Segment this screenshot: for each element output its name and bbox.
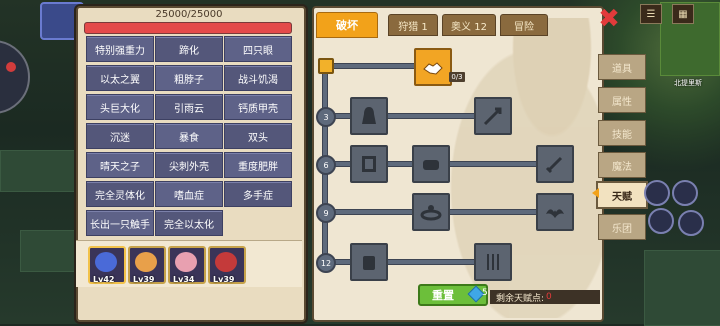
ability-button[interactable] [672,180,698,206]
side-item-band[interactable]: 乐团 [598,214,646,240]
modifier-button[interactable]: 特别强重力 [86,36,154,62]
unit-portrait[interactable]: Lv42 [88,246,126,284]
map-location: 北提里斯 [674,79,702,87]
character-silhouette [432,18,602,318]
map-tile [644,250,720,326]
claw-icon [487,254,499,270]
book-icon [362,156,376,172]
skill-progress: 0/3 [449,72,465,82]
handshake-icon [423,62,443,75]
modifier-button[interactable]: 完全以太化 [155,210,223,236]
ability-button[interactable] [648,208,674,234]
arrow-icon [483,107,502,126]
close-icon[interactable]: ✖ [596,6,622,32]
arrow-skill[interactable] [474,97,512,135]
sword-skill[interactable] [536,145,574,183]
talent-tabs: 破坏 狩猎 1 奥义 12 冒险 [314,6,600,38]
ring-skill[interactable] [412,193,450,231]
unit-portrait[interactable]: Lv34 [168,246,206,284]
book-skill[interactable] [350,145,388,183]
tab-destroy[interactable]: 破坏 [316,12,378,38]
modifier-button[interactable]: 尖刺外壳 [155,152,223,178]
ability-button[interactable] [678,210,704,236]
red-arrow-icon [6,62,16,72]
reset-label: 重置 [432,289,454,302]
modifier-button[interactable]: 双头 [224,123,292,149]
unit-portrait[interactable]: Lv39 [128,246,166,284]
unit-face [135,252,157,272]
tree-start-node [318,58,334,74]
remaining-value: 0 [546,292,552,302]
row-level-badge: 12 [316,253,336,273]
unit-face [175,252,197,272]
modifier-button[interactable]: 蹄化 [155,36,223,62]
ghost-skill[interactable] [350,97,388,135]
map-icon[interactable]: ▦ [672,4,694,24]
unit-level: Lv42 [93,275,115,284]
ability-button[interactable] [644,180,670,206]
unit-level: Lv39 [133,275,155,284]
remaining-label: 剩余天赋点: [496,293,545,304]
remaining-points: 剩余天赋点: 0 [490,290,600,304]
row-level-badge: 9 [316,203,336,223]
modifier-button[interactable]: 头巨大化 [86,94,154,120]
modifier-button[interactable]: 引雨云 [155,94,223,120]
modifier-button[interactable]: 长出一只触手 [86,210,154,236]
tab-adventure[interactable]: 冒险 [500,14,548,36]
map-tile [20,230,78,272]
side-item-attributes[interactable]: 属性 [598,87,646,113]
hp-bar [84,22,292,34]
raised-fist-icon [363,256,375,270]
side-item-items[interactable]: 道具 [598,54,646,80]
wings-skill[interactable] [536,193,574,231]
tab-secret[interactable]: 奥义 12 [442,14,496,36]
side-item-magic[interactable]: 魔法 [598,152,646,178]
modifier-button[interactable]: 四只眼 [224,36,292,62]
modifier-button[interactable]: 以太之翼 [86,65,154,91]
claw-skill[interactable] [474,243,512,281]
unit-level: Lv39 [213,275,235,284]
modifier-button[interactable]: 暴食 [155,123,223,149]
wings-icon [546,209,564,218]
unit-portrait[interactable]: Lv39 [208,246,246,284]
ring-icon [420,205,442,221]
row-level-badge: 6 [316,155,336,175]
reset-cost: 5 [482,288,488,298]
modifier-button[interactable]: 钙质甲壳 [224,94,292,120]
row-level-badge: 3 [316,107,336,127]
unit-level: Lv34 [173,275,195,284]
modifier-button[interactable]: 嗜血症 [155,181,223,207]
punch-skill[interactable] [412,145,450,183]
sword-icon [545,156,563,174]
modifier-button[interactable]: 重度肥胖 [224,152,292,178]
unit-face [95,252,117,272]
track [324,63,420,69]
hp-text: 25000/25000 [155,9,223,20]
modifier-button[interactable]: 完全灵体化 [86,181,154,207]
tab-hunt[interactable]: 狩猎 1 [388,14,438,36]
modifier-button[interactable]: 晴天之子 [86,152,154,178]
side-item-skills[interactable]: 技能 [598,120,646,146]
modifier-button[interactable]: 多手症 [224,181,292,207]
fist-icon [423,160,439,170]
menu-icon[interactable]: ☰ [640,4,662,24]
fist-skill[interactable] [350,243,388,281]
hp-fill [85,23,291,33]
modifier-button[interactable]: 粗脖子 [155,65,223,91]
unit-face [215,252,237,272]
side-item-talent[interactable]: 天赋 [596,181,648,209]
modifier-button[interactable]: 沉迷 [86,123,154,149]
active-arrow-icon [592,188,599,198]
map-tile [0,150,78,192]
handshake-skill[interactable] [414,48,452,86]
modifier-button[interactable]: 战斗饥渴 [224,65,292,91]
ghost-figure-icon [362,107,376,124]
